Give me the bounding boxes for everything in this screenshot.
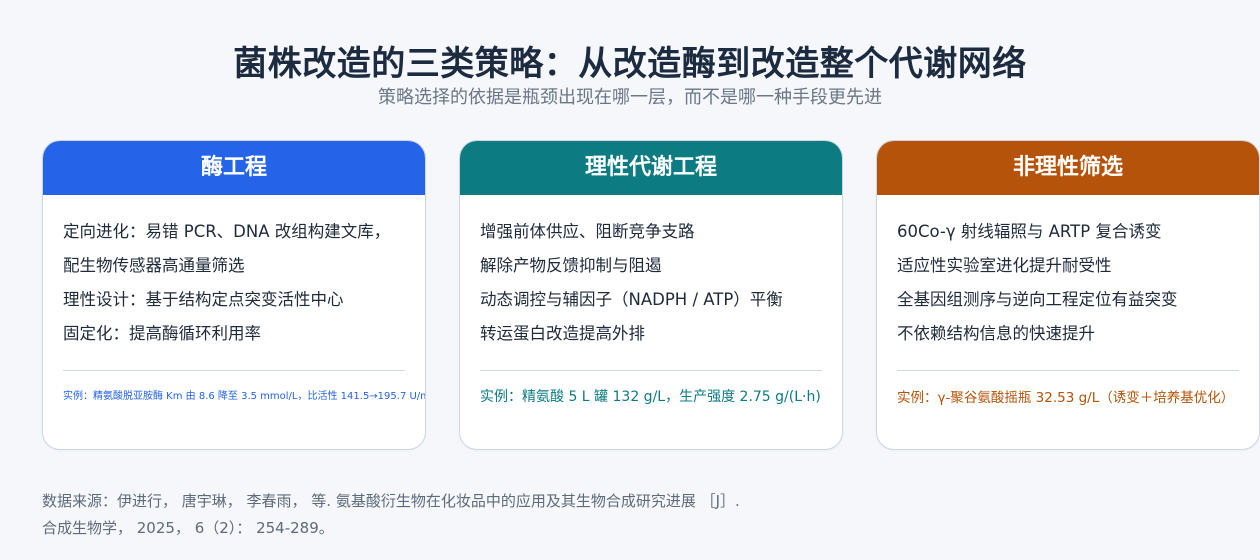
card-item-list: 定向进化：易错 PCR、DNA 改组构建文库， 配生物传感器高通量筛选 理性设计… bbox=[43, 195, 425, 351]
list-item: 不依赖结构信息的快速提升 bbox=[897, 324, 1095, 343]
card-item-list: 增强前体供应、阻断竞争支路 解除产物反馈抑制与阻遏 动态调控与辅因子（NADPH… bbox=[460, 195, 842, 351]
card-irrational-screening: 非理性筛选 60Co-γ 射线辐照与 ARTP 复合诱变 适应性实验室进化提升耐… bbox=[876, 140, 1260, 450]
card-rational-metabolic-engineering: 理性代谢工程 增强前体供应、阻断竞争支路 解除产物反馈抑制与阻遏 动态调控与辅因… bbox=[459, 140, 843, 450]
card-divider bbox=[897, 370, 1239, 371]
card-item-list: 60Co-γ 射线辐照与 ARTP 复合诱变 适应性实验室进化提升耐受性 全基因… bbox=[877, 195, 1259, 351]
data-source-citation: 数据来源：伊进行， 唐宇琳， 李春雨， 等. 氨基酸衍生物在化妆品中的应用及其生… bbox=[42, 488, 1222, 542]
page-title: 菌株改造的三类策略：从改造酶到改造整个代谢网络 bbox=[233, 44, 1027, 84]
list-item: 固定化：提高酶循环利用率 bbox=[63, 324, 261, 343]
card-header-irrational-screening: 非理性筛选 bbox=[877, 141, 1259, 195]
card-example: 实例：γ-聚谷氨酸摇瓶 32.53 g/L（诱变＋培养基优化） bbox=[897, 390, 1235, 406]
citation-line-2: 合成生物学， 2025， 6（2）： 254-289。 bbox=[42, 519, 334, 537]
list-item: 60Co-γ 射线辐照与 ARTP 复合诱变 bbox=[897, 222, 1162, 241]
list-item: 转运蛋白改造提高外排 bbox=[480, 324, 645, 343]
list-item: 配生物传感器高通量筛选 bbox=[63, 256, 245, 275]
citation-line-1: 数据来源：伊进行， 唐宇琳， 李春雨， 等. 氨基酸衍生物在化妆品中的应用及其生… bbox=[42, 492, 740, 510]
list-item: 定向进化：易错 PCR、DNA 改组构建文库， bbox=[63, 222, 391, 241]
list-item: 动态调控与辅因子（NADPH / ATP）平衡 bbox=[480, 290, 783, 309]
card-enzyme-engineering: 酶工程 定向进化：易错 PCR、DNA 改组构建文库， 配生物传感器高通量筛选 … bbox=[42, 140, 426, 450]
list-item: 增强前体供应、阻断竞争支路 bbox=[480, 222, 695, 241]
card-example: 实例：精氨酸脱亚胺酶 Km 由 8.6 降至 3.5 mmol/L，比活性 14… bbox=[63, 391, 426, 402]
list-item: 全基因组测序与逆向工程定位有益突变 bbox=[897, 290, 1178, 309]
card-divider bbox=[480, 370, 822, 371]
list-item: 理性设计：基于结构定点突变活性中心 bbox=[63, 290, 344, 309]
card-example: 实例：精氨酸 5 L 罐 132 g/L，生产强度 2.75 g/(L·h) bbox=[480, 389, 821, 405]
page-subtitle: 策略选择的依据是瓶颈出现在哪一层，而不是哪一种手段更先进 bbox=[378, 87, 882, 108]
card-header-rational-metabolic-engineering: 理性代谢工程 bbox=[460, 141, 842, 195]
card-divider bbox=[63, 370, 405, 371]
card-header-enzyme-engineering: 酶工程 bbox=[43, 141, 425, 195]
list-item: 适应性实验室进化提升耐受性 bbox=[897, 256, 1112, 275]
list-item: 解除产物反馈抑制与阻遏 bbox=[480, 256, 662, 275]
